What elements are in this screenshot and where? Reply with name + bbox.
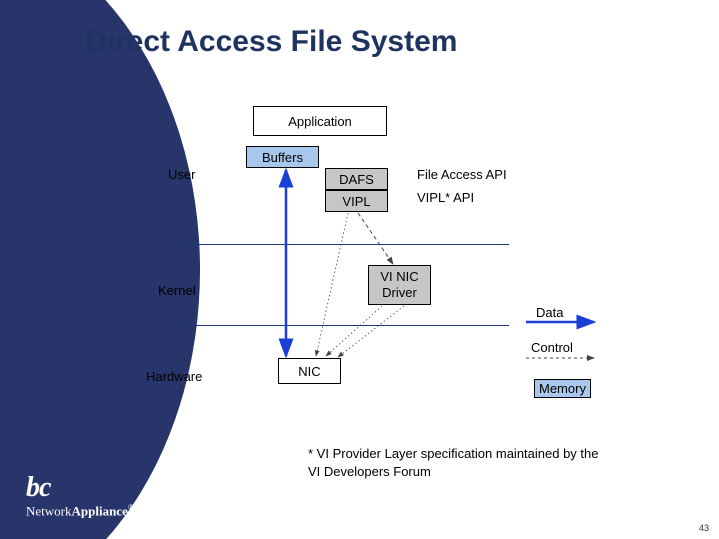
box-buffers: Buffers xyxy=(246,146,319,168)
box-dafs: DAFS xyxy=(325,168,388,190)
page-title: Direct Access File System xyxy=(85,25,457,59)
divider-kernel-hardware xyxy=(169,325,509,326)
divider-user-kernel xyxy=(169,244,509,245)
legend-memory-label: Memory xyxy=(534,379,591,398)
logo-mark: bc xyxy=(26,475,176,500)
legend-control-label: Control xyxy=(531,340,573,355)
logo-name-prefix: Network xyxy=(26,503,72,518)
arrow-driver-to-nic-left xyxy=(326,306,382,356)
box-buffers-label: Buffers xyxy=(262,150,303,165)
box-nic: NIC xyxy=(278,358,341,384)
layer-user-label: User xyxy=(168,167,195,182)
label-vipl-api: VIPL* API xyxy=(417,190,474,205)
logo-name: NetworkAppliance® xyxy=(26,503,176,519)
box-dafs-label: DAFS xyxy=(339,172,374,187)
box-nic-label: NIC xyxy=(298,364,320,379)
logo-reg: ® xyxy=(128,503,134,512)
arrow-vipl-to-nic xyxy=(316,213,348,356)
box-vipl-label: VIPL xyxy=(342,194,370,209)
page-number: 43 xyxy=(699,523,709,533)
box-vi-nic-driver-label: VI NIC Driver xyxy=(369,269,430,300)
legend-data-label: Data xyxy=(536,305,563,320)
arrow-vipl-to-driver xyxy=(358,213,393,264)
logo: bc NetworkAppliance® xyxy=(26,475,176,519)
box-application-label: Application xyxy=(288,114,352,129)
arrow-driver-to-nic-right xyxy=(338,306,404,357)
box-vipl: VIPL xyxy=(325,190,388,212)
layer-kernel-label: Kernel xyxy=(158,283,196,298)
footnote: * VI Provider Layer specification mainta… xyxy=(308,445,608,480)
box-vi-nic-driver: VI NIC Driver xyxy=(368,265,431,305)
logo-name-suffix: Appliance xyxy=(72,503,128,518)
layer-hardware-label: Hardware xyxy=(146,369,202,384)
box-application: Application xyxy=(253,106,387,136)
label-file-access-api: File Access API xyxy=(417,167,507,182)
navy-arc xyxy=(0,0,200,539)
